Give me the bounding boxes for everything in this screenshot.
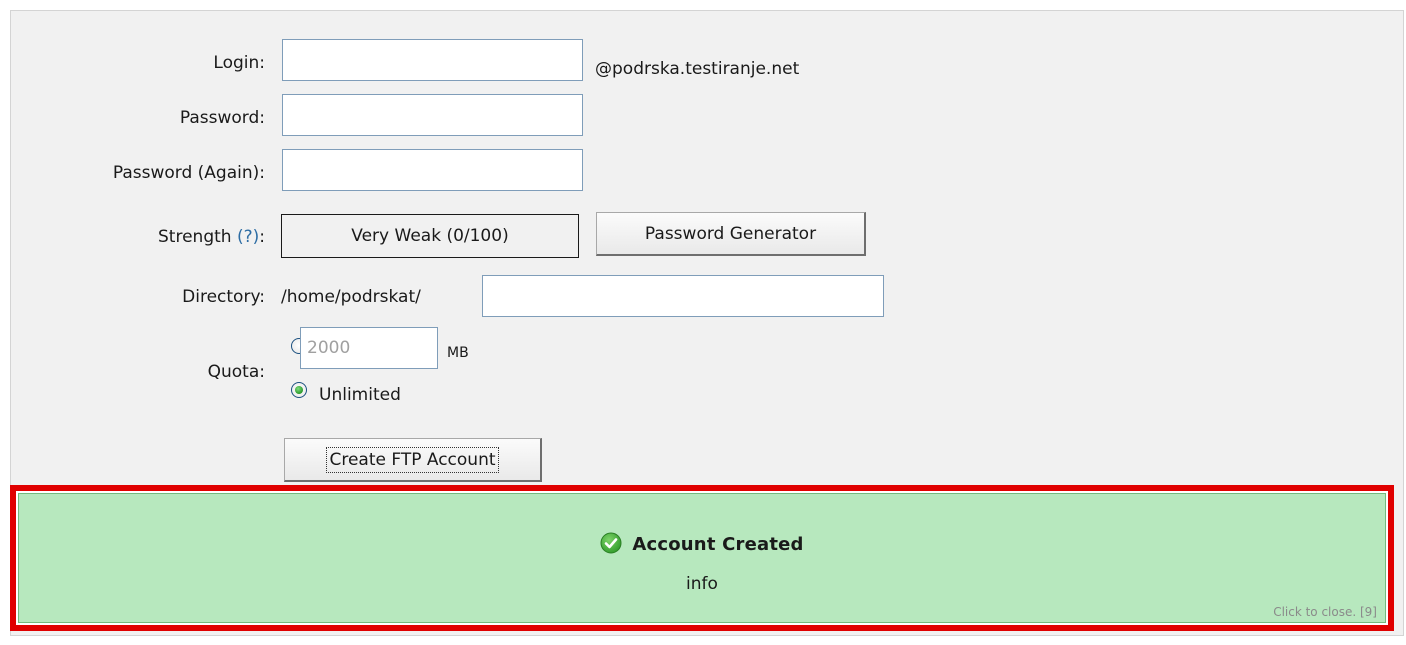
quota-unlimited-label[interactable]: Unlimited [319, 385, 401, 405]
radio-selected-dot [295, 386, 303, 394]
directory-input[interactable] [482, 275, 884, 317]
quota-unit-label: MB [447, 345, 469, 361]
directory-prefix: /home/podrskat/ [281, 287, 421, 307]
notification-close-hint[interactable]: Click to close. [9] [1273, 605, 1377, 619]
notification-body: Account Created info Click to close. [9] [18, 493, 1386, 623]
strength-label-colon: : [259, 227, 265, 247]
success-notification[interactable]: Account Created info Click to close. [9] [10, 485, 1394, 631]
create-ftp-account-button[interactable]: Create FTP Account [284, 438, 542, 482]
check-circle-icon [600, 532, 622, 554]
login-domain-suffix: @podrska.testiranje.net [595, 59, 800, 79]
password-label: Password: [179, 108, 265, 128]
create-ftp-account-button-label: Create FTP Account [326, 446, 499, 473]
login-input[interactable] [282, 39, 583, 81]
password-generator-button[interactable]: Password Generator [596, 212, 866, 256]
strength-help-link[interactable]: (?) [237, 227, 259, 247]
quota-limit-input[interactable]: 2000 [300, 327, 438, 369]
notification-title: Account Created [19, 532, 1385, 555]
notification-message: info [686, 574, 718, 594]
login-label: Login: [213, 53, 265, 73]
quota-label: Quota: [207, 362, 265, 382]
strength-label-text: Strength [158, 227, 232, 247]
quota-unlimited-radio[interactable] [291, 382, 307, 398]
notification-title-text: Account Created [632, 534, 804, 555]
directory-label: Directory: [182, 287, 265, 307]
password-again-label: Password (Again): [112, 163, 265, 183]
strength-label: Strength (?): [0, 227, 265, 247]
password-input[interactable] [282, 94, 583, 136]
password-again-input[interactable] [282, 149, 583, 191]
password-strength-meter: Very Weak (0/100) [281, 214, 579, 258]
